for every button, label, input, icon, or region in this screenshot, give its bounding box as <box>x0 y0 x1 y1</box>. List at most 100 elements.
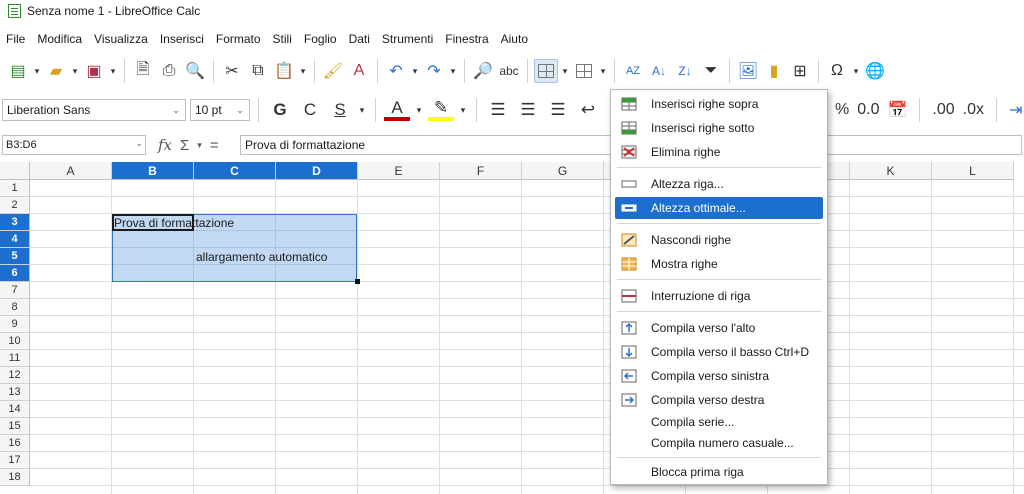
formula-equals-icon[interactable]: = <box>210 137 219 154</box>
font-color-icon[interactable]: A <box>384 99 410 121</box>
column-header-e[interactable]: E <box>358 162 440 180</box>
row-menu-chevron-icon[interactable]: ▾ <box>560 59 570 83</box>
align-center-icon[interactable]: ☰ <box>515 100 541 120</box>
cut-icon[interactable]: ✂ <box>220 59 244 83</box>
increase-indent-icon[interactable]: ⇥ <box>1009 100 1022 120</box>
clear-formatting-icon[interactable]: A <box>347 59 371 83</box>
column-header-k[interactable]: K <box>850 162 932 180</box>
font-size-combo[interactable]: 10 pt ⌄ <box>190 99 250 121</box>
menu-item-insert-rows-below[interactable]: Inserisci righe sotto <box>611 117 827 139</box>
font-name-combo[interactable]: Liberation Sans ⌄ <box>2 99 186 121</box>
function-wizard-icon[interactable]: fx <box>158 136 172 154</box>
menu-strumenti[interactable]: Strumenti <box>376 28 439 50</box>
chevron-down-icon[interactable]: ⌄ <box>233 103 247 117</box>
clone-formatting-icon[interactable]: 🖌 <box>321 59 345 83</box>
align-right-icon[interactable]: ☰ <box>545 100 571 120</box>
row-header-18[interactable]: 18 <box>0 469 30 486</box>
row-header-14[interactable]: 14 <box>0 401 30 418</box>
column-header-l[interactable]: L <box>932 162 1014 180</box>
fill-handle[interactable] <box>355 279 360 284</box>
row-header-3[interactable]: 3 <box>0 214 30 231</box>
cell-b3[interactable]: Prova di formattazione <box>114 216 234 230</box>
underline-chevron-icon[interactable]: ▾ <box>357 98 367 122</box>
menu-item-fill-down[interactable]: Compila verso il basso Ctrl+D <box>611 341 827 363</box>
italic-icon[interactable]: C <box>297 100 323 120</box>
row-header-4[interactable]: 4 <box>0 231 30 248</box>
menu-item-fill-left[interactable]: Compila verso sinistra <box>611 365 827 387</box>
name-box[interactable]: B3:D6 ⌄ <box>2 135 146 155</box>
row-header-16[interactable]: 16 <box>0 435 30 452</box>
export-pdf-icon[interactable]: 🗎 <box>131 59 155 83</box>
spelling-icon[interactable]: abc <box>497 59 521 83</box>
row-menu-icon[interactable] <box>534 59 558 83</box>
undo-icon[interactable]: ↶ <box>384 59 408 83</box>
add-decimal-icon[interactable]: .00 <box>932 101 954 119</box>
insert-image-icon[interactable]: 🖼 <box>736 59 760 83</box>
chevron-down-icon[interactable]: ⌄ <box>135 138 143 149</box>
row-header-15[interactable]: 15 <box>0 418 30 435</box>
print-icon[interactable]: ⎙ <box>157 59 181 83</box>
cell-c5[interactable]: allargamento automatico <box>196 250 327 264</box>
autofilter-icon[interactable]: ⏷ <box>699 59 723 83</box>
chevron-down-icon[interactable]: ⌄ <box>169 103 183 117</box>
menu-stili[interactable]: Stili <box>267 28 298 50</box>
menu-item-insert-rows-above[interactable]: Inserisci righe sopra <box>611 93 827 115</box>
column-header-f[interactable]: F <box>440 162 522 180</box>
special-character-chevron-icon[interactable]: ▾ <box>851 59 861 83</box>
column-header-b[interactable]: B <box>112 162 194 180</box>
sort-icon[interactable]: AZ <box>621 59 645 83</box>
sum-icon[interactable]: Σ <box>180 137 189 154</box>
menu-visualizza[interactable]: Visualizza <box>88 28 154 50</box>
menu-item-fill-series[interactable]: Compila serie... <box>611 411 827 433</box>
insert-chart-icon[interactable]: ▮ <box>762 59 786 83</box>
menu-formato[interactable]: Formato <box>210 28 267 50</box>
column-menu-chevron-icon[interactable]: ▾ <box>598 59 608 83</box>
menu-finestra[interactable]: Finestra <box>439 28 494 50</box>
open-dropdown-chevron-icon[interactable]: ▾ <box>70 59 80 83</box>
row-header-9[interactable]: 9 <box>0 316 30 333</box>
menu-item-fill-right[interactable]: Compila verso destra <box>611 389 827 411</box>
sort-ascending-icon[interactable]: A↓ <box>647 59 671 83</box>
underline-icon[interactable]: S <box>327 100 353 120</box>
row-header-17[interactable]: 17 <box>0 452 30 469</box>
menu-dati[interactable]: Dati <box>343 28 376 50</box>
sort-descending-icon[interactable]: Z↓ <box>673 59 697 83</box>
redo-dropdown-chevron-icon[interactable]: ▾ <box>448 59 458 83</box>
menu-aiuto[interactable]: Aiuto <box>495 28 534 50</box>
find-replace-icon[interactable]: 🔎 <box>471 59 495 83</box>
font-color-chevron-icon[interactable]: ▾ <box>414 98 424 122</box>
highlight-color-icon[interactable]: ✎ <box>428 99 454 121</box>
sum-chevron-icon[interactable]: ▾ <box>197 140 202 151</box>
delete-decimal-icon[interactable]: .0x <box>963 101 984 119</box>
menu-inserisci[interactable]: Inserisci <box>154 28 210 50</box>
menu-file[interactable]: File <box>0 28 31 50</box>
redo-icon[interactable]: ↷ <box>422 59 446 83</box>
menu-item-row-break[interactable]: Interruzione di riga <box>611 285 827 307</box>
save-dropdown-chevron-icon[interactable]: ▾ <box>108 59 118 83</box>
print-preview-icon[interactable]: 🔍 <box>183 59 207 83</box>
special-character-icon[interactable]: Ω <box>825 59 849 83</box>
format-number-icon[interactable]: 0.0 <box>857 101 879 119</box>
row-header-7[interactable]: 7 <box>0 282 30 299</box>
column-menu-icon[interactable] <box>572 59 596 83</box>
row-header-11[interactable]: 11 <box>0 350 30 367</box>
menu-item-fill-random-number[interactable]: Compila numero casuale... <box>611 432 827 454</box>
row-header-13[interactable]: 13 <box>0 384 30 401</box>
new-document-icon[interactable]: ▤ <box>6 59 30 83</box>
bold-icon[interactable]: G <box>267 100 293 120</box>
spreadsheet-grid[interactable]: A B C D E F G H I J K L 1 2 3 4 5 6 7 8 … <box>0 162 1024 494</box>
open-folder-icon[interactable]: ▰ <box>44 59 68 83</box>
menu-item-freeze-first-row[interactable]: Blocca prima riga <box>611 461 827 483</box>
column-header-g[interactable]: G <box>522 162 604 180</box>
align-left-icon[interactable]: ☰ <box>485 100 511 120</box>
menu-item-optimal-row-height[interactable]: Altezza ottimale... <box>615 197 823 219</box>
menu-foglio[interactable]: Foglio <box>298 28 343 50</box>
row-header-5[interactable]: 5 <box>0 248 30 265</box>
column-header-a[interactable]: A <box>30 162 112 180</box>
menu-item-row-height[interactable]: Altezza riga... <box>611 173 827 195</box>
column-header-c[interactable]: C <box>194 162 276 180</box>
row-header-8[interactable]: 8 <box>0 299 30 316</box>
column-header-d[interactable]: D <box>276 162 358 180</box>
menu-modifica[interactable]: Modifica <box>31 28 88 50</box>
copy-icon[interactable]: ⧉ <box>246 59 270 83</box>
